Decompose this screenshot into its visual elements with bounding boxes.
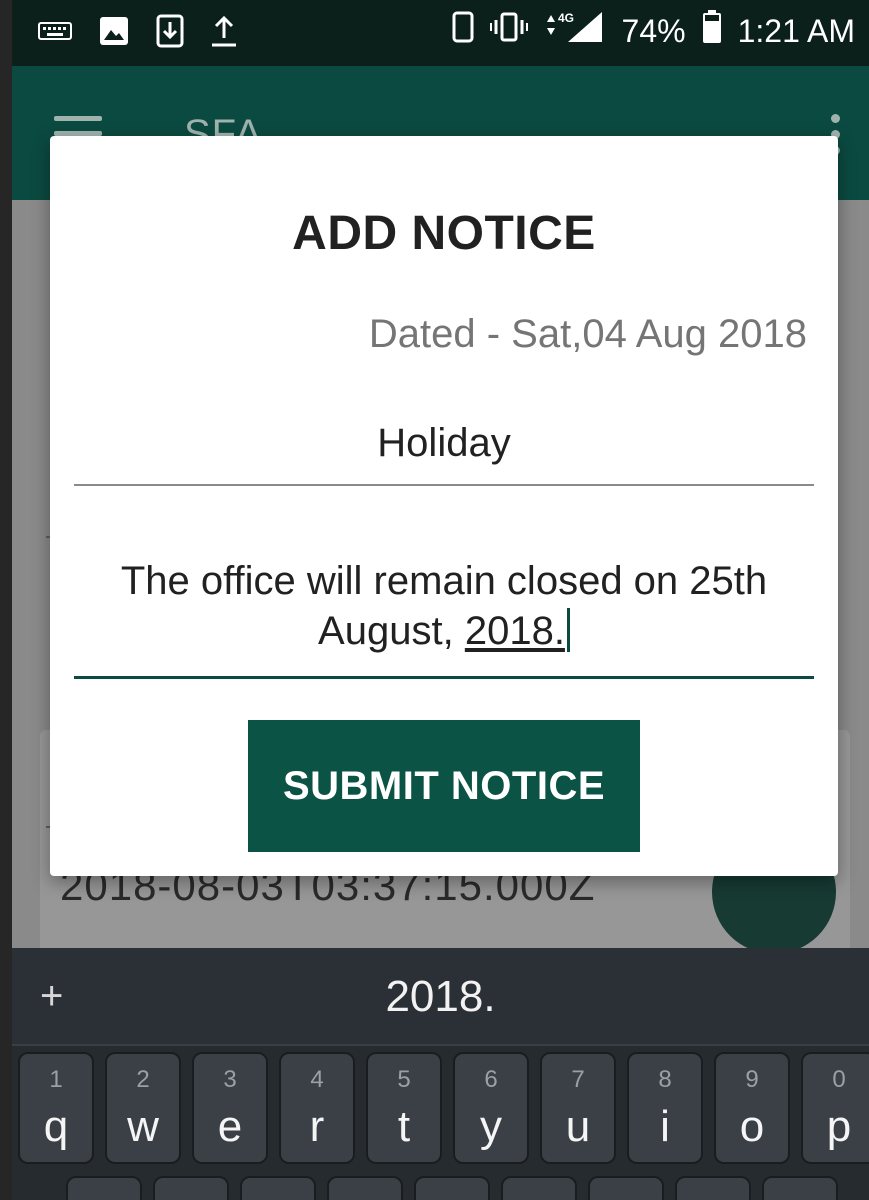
soft-keyboard: + 2018. 1q2w3e4r5t6y7u8i9o0p xyxy=(12,948,869,1200)
key-w[interactable]: 2w xyxy=(105,1052,181,1164)
key-letter: o xyxy=(739,1102,765,1151)
key-r[interactable]: 4r xyxy=(279,1052,355,1164)
notice-date: Dated - Sat,04 Aug 2018 xyxy=(368,312,807,356)
key-number-hint: 3 xyxy=(223,1066,237,1093)
clock: 1:21 AM xyxy=(737,12,855,49)
key-letter: w xyxy=(127,1102,159,1151)
key-second-row[interactable] xyxy=(588,1176,664,1200)
key-second-row[interactable] xyxy=(675,1176,751,1200)
notice-body-input[interactable]: The office will remain closed on 25th Au… xyxy=(74,556,814,679)
device-frame: 4G 74% 1:21 AM SFA 2018-08-03T03:37:15.0… xyxy=(0,0,869,1200)
add-notice-dialog: ADD NOTICE Dated - Sat,04 Aug 2018 Holid… xyxy=(50,136,838,876)
phone-icon xyxy=(452,11,474,51)
image-icon xyxy=(98,15,130,52)
download-icon xyxy=(156,14,184,53)
dialog-title: ADD NOTICE xyxy=(292,207,596,260)
status-bar-left-icons xyxy=(38,14,238,53)
key-y[interactable]: 6y xyxy=(453,1052,529,1164)
notice-subject-input[interactable]: Holiday xyxy=(74,412,814,486)
key-t[interactable]: 5t xyxy=(366,1052,442,1164)
key-o[interactable]: 9o xyxy=(714,1052,790,1164)
suggestion-bar: + 2018. xyxy=(12,948,869,1046)
key-letter: q xyxy=(43,1102,69,1151)
key-p[interactable]: 0p xyxy=(801,1052,869,1164)
key-letter: y xyxy=(480,1102,502,1151)
key-second-row[interactable] xyxy=(327,1176,403,1200)
key-number-hint: 2 xyxy=(136,1066,150,1093)
network-type-label: 4G xyxy=(558,11,574,25)
key-second-row[interactable] xyxy=(153,1176,229,1200)
battery-icon xyxy=(702,10,722,52)
notice-subject-value: Holiday xyxy=(377,421,511,465)
upload-icon xyxy=(210,14,238,53)
key-number-hint: 0 xyxy=(832,1066,846,1093)
key-number-hint: 4 xyxy=(310,1066,324,1093)
key-letter: e xyxy=(217,1102,243,1151)
submit-notice-button[interactable]: SUBMIT NOTICE xyxy=(248,720,640,852)
text-cursor xyxy=(566,608,570,652)
screen: 4G 74% 1:21 AM SFA 2018-08-03T03:37:15.0… xyxy=(12,0,869,1200)
key-letter: u xyxy=(565,1102,591,1151)
key-u[interactable]: 7u xyxy=(540,1052,616,1164)
key-second-row[interactable] xyxy=(66,1176,142,1200)
vibrate-icon xyxy=(489,12,528,50)
keyboard-icon xyxy=(38,20,72,47)
key-letter: t xyxy=(397,1102,411,1151)
key-number-hint: 1 xyxy=(49,1066,63,1093)
notice-body-value: The office will remain closed on 25th Au… xyxy=(74,556,814,656)
keyboard-top-row: 1q2w3e4r5t6y7u8i9o0p xyxy=(18,1052,869,1164)
key-second-row[interactable] xyxy=(762,1176,838,1200)
key-number-hint: 7 xyxy=(571,1066,585,1093)
status-bar-right: 4G 74% 1:21 AM xyxy=(452,10,855,52)
key-second-row[interactable] xyxy=(240,1176,316,1200)
status-bar: 4G 74% 1:21 AM xyxy=(12,0,869,66)
key-number-hint: 6 xyxy=(484,1066,498,1093)
key-number-hint: 9 xyxy=(745,1066,759,1093)
suggestion-word[interactable]: 2018. xyxy=(12,972,869,1022)
notice-body-text: The office will remain closed on 25th Au… xyxy=(120,559,768,653)
battery-percent: 74% xyxy=(621,12,686,49)
key-letter: i xyxy=(660,1102,670,1151)
key-number-hint: 5 xyxy=(397,1066,411,1093)
keyboard-second-row xyxy=(66,1176,838,1200)
key-number-hint: 8 xyxy=(658,1066,672,1093)
key-q[interactable]: 1q xyxy=(18,1052,94,1164)
key-letter: p xyxy=(826,1102,852,1151)
notice-body-composing-word: 2018. xyxy=(464,609,565,653)
key-letter: r xyxy=(309,1102,325,1151)
key-second-row[interactable] xyxy=(414,1176,490,1200)
key-i[interactable]: 8i xyxy=(627,1052,703,1164)
signal-icon: 4G xyxy=(544,10,606,52)
key-e[interactable]: 3e xyxy=(192,1052,268,1164)
key-second-row[interactable] xyxy=(501,1176,577,1200)
